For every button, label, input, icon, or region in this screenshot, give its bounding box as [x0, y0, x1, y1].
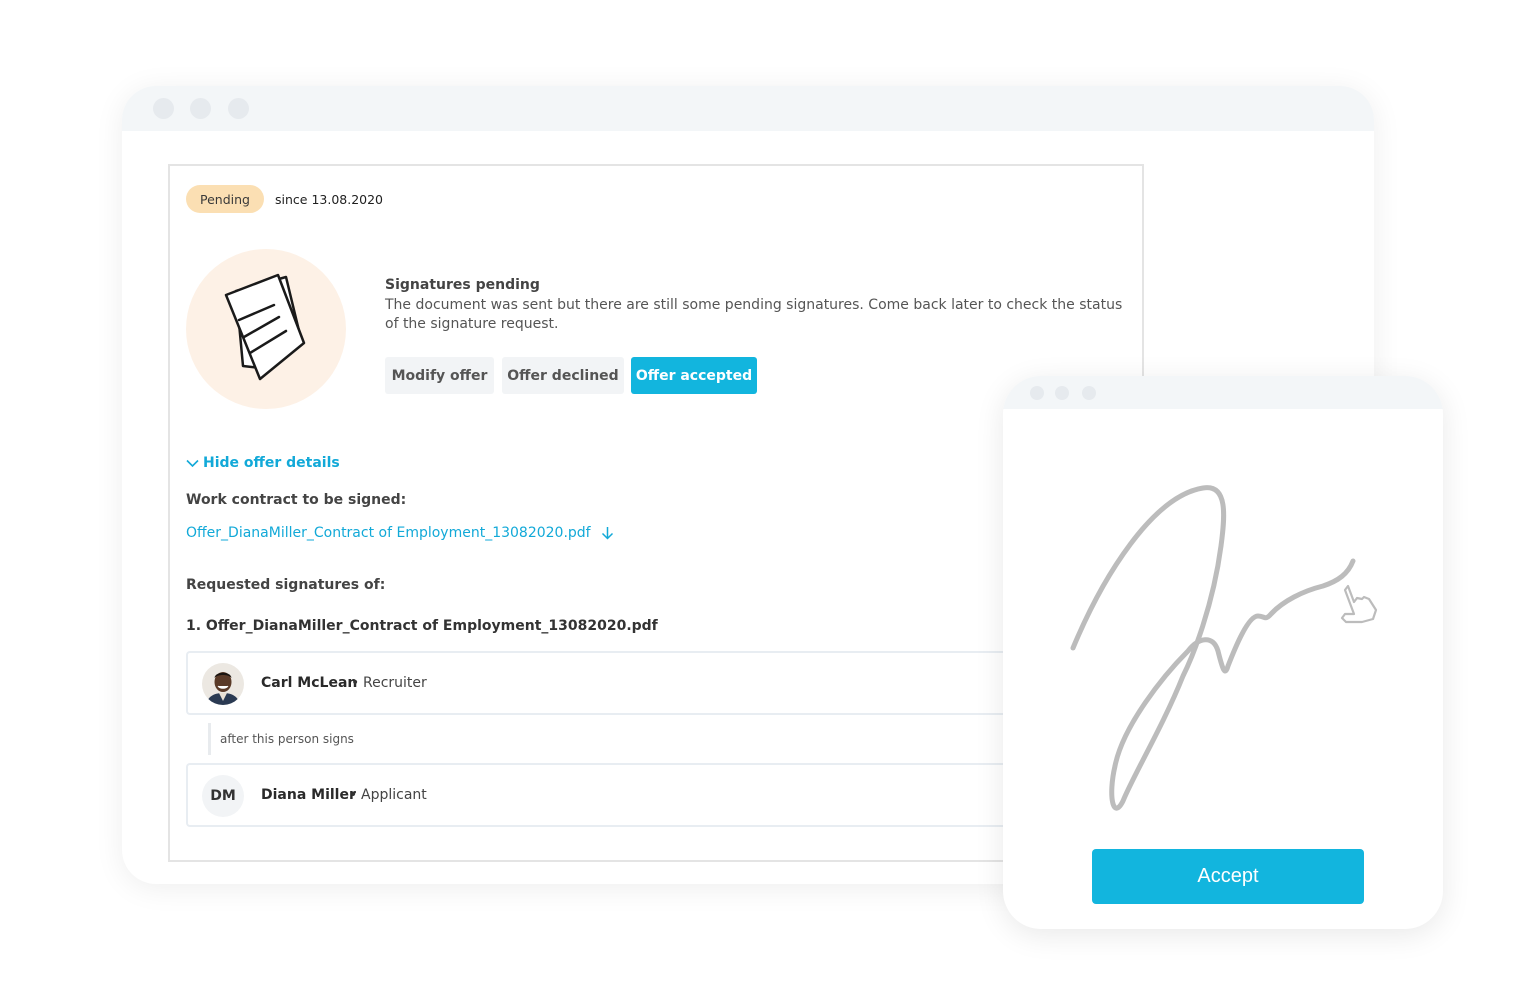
signer-role: Recruiter — [363, 675, 427, 691]
status-badge: Pending — [186, 185, 264, 213]
hide-offer-details-label: Hide offer details — [203, 455, 340, 471]
signer-separator: • — [349, 787, 358, 803]
offer-card: Pending since 13.08.2020 Signatures pend… — [168, 164, 1144, 862]
status-since: since 13.08.2020 — [275, 192, 384, 207]
accept-button[interactable]: Accept — [1092, 849, 1364, 904]
after-note-text: after this person signs — [220, 732, 354, 746]
person-photo-icon — [202, 663, 244, 705]
download-arrow-icon[interactable] — [601, 526, 614, 540]
signatures-status-title: Signatures pending — [385, 277, 540, 293]
requested-file-name: 1. Offer_DianaMiller_Contract of Employm… — [186, 618, 658, 634]
signer-name: Diana Miller — [261, 787, 356, 803]
window-titlebar — [122, 86, 1374, 131]
documents-icon — [224, 273, 306, 381]
signature-stroke — [1070, 485, 1356, 811]
signature-pad[interactable] — [1003, 376, 1443, 836]
offer-declined-button[interactable]: Offer declined — [502, 357, 624, 394]
signer-row: DM Diana Miller • Applicant — [186, 763, 1016, 827]
signer-name: Carl McLean — [261, 675, 358, 691]
signature-window: Accept — [1003, 376, 1443, 929]
avatar-initials: DM — [210, 788, 236, 804]
signer-role: Applicant — [361, 787, 427, 803]
signing-order-note: after this person signs — [208, 723, 354, 755]
signer-row: Carl McLean • Recruiter — [186, 651, 1016, 715]
documents-illustration — [186, 249, 346, 409]
avatar — [202, 663, 244, 705]
window-dot-icon — [228, 98, 249, 119]
hand-pointer-icon — [1340, 584, 1378, 624]
offer-accepted-button[interactable]: Offer accepted — [631, 357, 757, 394]
avatar: DM — [202, 775, 244, 817]
window-dot-icon — [190, 98, 211, 119]
contract-file-name: Offer_DianaMiller_Contract of Employment… — [186, 525, 591, 541]
signer-separator: • — [351, 675, 360, 691]
requested-signatures-label: Requested signatures of: — [186, 577, 386, 593]
work-contract-label: Work contract to be signed: — [186, 492, 407, 508]
modify-offer-button[interactable]: Modify offer — [385, 357, 494, 394]
signatures-status-description: The document was sent but there are stil… — [385, 297, 1123, 332]
contract-file-link[interactable]: Offer_DianaMiller_Contract of Employment… — [186, 525, 614, 541]
chevron-down-icon — [186, 459, 199, 467]
window-dot-icon — [153, 98, 174, 119]
hide-offer-details-toggle[interactable]: Hide offer details — [186, 455, 340, 471]
